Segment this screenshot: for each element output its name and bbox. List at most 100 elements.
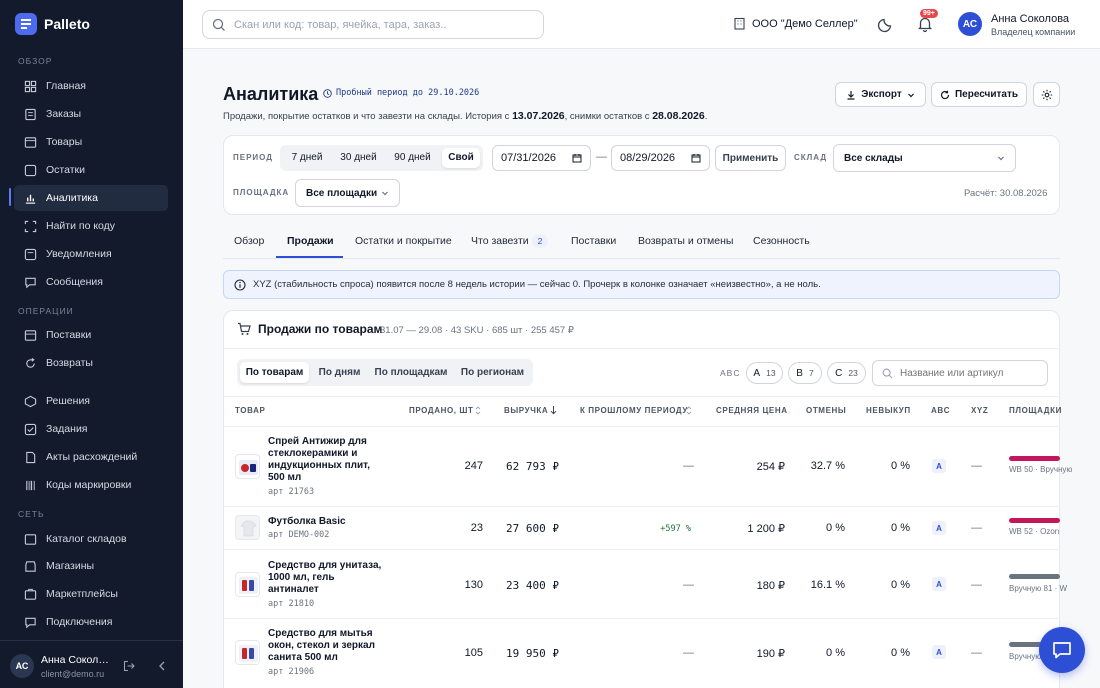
col-cancels[interactable]: ОТМЕНЫ bbox=[806, 406, 846, 415]
sidebar-item-stores[interactable]: Магазины bbox=[14, 553, 168, 579]
sidebar-item-notifications[interactable]: Уведомления bbox=[14, 241, 168, 267]
orders-icon bbox=[25, 108, 36, 120]
col-abc[interactable]: ABC bbox=[931, 406, 950, 415]
sidebar-item-analytics[interactable]: Аналитика bbox=[14, 185, 168, 211]
sidebar-item-orders[interactable]: Заказы bbox=[14, 101, 168, 127]
sort-icon[interactable] bbox=[475, 406, 481, 415]
collapse-icon[interactable] bbox=[157, 660, 167, 672]
view-by-regions[interactable]: По регионам bbox=[455, 359, 530, 386]
date-from-input[interactable]: 07/31/2026 bbox=[492, 145, 591, 171]
sidebar-item-marketplaces[interactable]: Маркетплейсы bbox=[14, 581, 168, 607]
calendar-icon[interactable] bbox=[691, 153, 701, 163]
clock-icon bbox=[323, 88, 332, 98]
view-by-products[interactable]: По товарам bbox=[240, 362, 309, 383]
calc-date: Расчёт: 30.08.2026 bbox=[964, 188, 1048, 199]
period-option-7[interactable]: 7 дней bbox=[283, 145, 331, 171]
nobuy: 0 % bbox=[891, 522, 910, 534]
period-option-90[interactable]: 90 дней bbox=[386, 145, 439, 171]
org-switcher[interactable]: ООО "Демо Селлер" bbox=[733, 17, 858, 30]
sort-icon[interactable] bbox=[686, 406, 692, 415]
sidebar-item-home[interactable]: Главная bbox=[14, 73, 168, 99]
market-icon bbox=[24, 588, 37, 600]
col-product[interactable]: ТОВАР bbox=[235, 406, 265, 415]
global-search[interactable] bbox=[202, 10, 544, 39]
warehouse-select[interactable]: Все склады bbox=[833, 144, 1016, 172]
building-icon bbox=[734, 17, 745, 30]
message-icon bbox=[25, 277, 36, 288]
sidebar-item-label: Заказы bbox=[46, 108, 82, 120]
sidebar-item-decisions[interactable]: Решения bbox=[14, 388, 168, 414]
col-sold[interactable]: ПРОДАНО, ШТ bbox=[409, 406, 474, 415]
abc-count: 23 bbox=[848, 368, 858, 378]
product-name[interactable]: Спрей Антижир для стеклокерамики и индук… bbox=[268, 436, 383, 484]
product-name[interactable]: Средство для мытья окон, стекол и зеркал… bbox=[268, 628, 383, 664]
recalculate-button[interactable]: Пересчитать bbox=[931, 82, 1027, 107]
barcode-icon bbox=[26, 480, 35, 490]
col-platforms[interactable]: ПЛОЩАДКИ bbox=[1009, 406, 1062, 415]
sidebar-item-supplies[interactable]: Поставки bbox=[14, 322, 168, 348]
product-article: арт 21906 bbox=[268, 667, 315, 677]
tab-what-to-bring[interactable]: Что завезти bbox=[471, 235, 529, 247]
apply-button[interactable]: Применить bbox=[715, 145, 786, 171]
nobuy: 0 % bbox=[891, 579, 910, 591]
avatar[interactable]: АС bbox=[10, 654, 34, 678]
user-avatar[interactable]: АС bbox=[958, 12, 982, 36]
chat-button[interactable] bbox=[1039, 627, 1085, 673]
sidebar-item-returns[interactable]: Возвраты bbox=[14, 350, 168, 376]
sort-desc-icon[interactable] bbox=[550, 405, 557, 415]
warehouse-label: СКЛАД bbox=[794, 153, 828, 162]
product-search[interactable] bbox=[872, 360, 1048, 386]
calendar-icon[interactable] bbox=[572, 153, 582, 163]
col-vs-prev[interactable]: К ПРОШЛОМУ ПЕРИОДУ bbox=[580, 406, 688, 415]
view-by-platforms[interactable]: По площадкам bbox=[370, 359, 452, 386]
logout-icon[interactable] bbox=[123, 660, 135, 672]
product-name[interactable]: Футболка Basic bbox=[268, 516, 383, 528]
sidebar-item-warehouse-catalog[interactable]: Каталог складов bbox=[14, 526, 168, 552]
platform-select[interactable]: Все площадки bbox=[295, 179, 400, 207]
revenue: 62 793 ₽ bbox=[506, 460, 559, 473]
col-avg-price[interactable]: СРЕДНЯЯ ЦЕНА bbox=[716, 406, 788, 415]
logo-icon bbox=[15, 13, 37, 35]
sidebar-item-marking-codes[interactable]: Коды маркировки bbox=[14, 472, 168, 498]
sold-qty: 23 bbox=[470, 522, 483, 534]
platforms-text: Вручную 81 · W bbox=[1009, 584, 1068, 593]
sidebar-item-find-by-code[interactable]: Найти по коду bbox=[14, 213, 168, 239]
abc-filter-b[interactable]: B7 bbox=[788, 362, 822, 384]
product-name[interactable]: Средство для унитаза, 1000 мл, гель анти… bbox=[268, 560, 383, 596]
tab-supplies[interactable]: Поставки bbox=[571, 235, 616, 247]
period-selector: 7 дней 30 дней 90 дней Свой bbox=[280, 145, 483, 171]
sidebar-item-connections[interactable]: Подключения bbox=[14, 609, 168, 635]
date-to-input[interactable]: 08/29/2026 bbox=[611, 145, 710, 171]
app-logo[interactable]: Palleto bbox=[15, 13, 90, 35]
sidebar-item-products[interactable]: Товары bbox=[14, 129, 168, 155]
theme-toggle-icon[interactable] bbox=[877, 15, 895, 33]
tab-overview[interactable]: Обзор bbox=[234, 235, 264, 247]
abc-filter-c[interactable]: C 23 bbox=[827, 362, 866, 384]
tab-sales[interactable]: Продажи bbox=[287, 235, 334, 247]
sidebar-item-tasks[interactable]: Задания bbox=[14, 416, 168, 442]
col-revenue[interactable]: ВЫРУЧКА bbox=[504, 406, 548, 415]
view-by-days[interactable]: По дням bbox=[311, 359, 368, 386]
abc-filter-a[interactable]: A 13 bbox=[746, 362, 783, 384]
section-operations: ОПЕРАЦИИ bbox=[18, 306, 74, 316]
product-search-input[interactable] bbox=[900, 367, 1040, 379]
sidebar-item-stock[interactable]: Остатки bbox=[14, 157, 168, 183]
tab-badge: 2 bbox=[532, 234, 548, 248]
period-option-custom[interactable]: Свой bbox=[442, 148, 480, 168]
link-icon bbox=[25, 617, 36, 628]
export-button[interactable]: Экспорт bbox=[835, 82, 926, 107]
tab-seasonality[interactable]: Сезонность bbox=[753, 235, 810, 247]
settings-button[interactable] bbox=[1033, 82, 1060, 107]
sidebar-item-label: Главная bbox=[46, 80, 86, 92]
period-option-30[interactable]: 30 дней bbox=[331, 145, 386, 171]
sidebar-item-discrepancy-acts[interactable]: Акты расхождений bbox=[14, 444, 168, 470]
return-icon bbox=[26, 357, 35, 368]
sidebar-item-messages[interactable]: Сообщения bbox=[14, 269, 168, 295]
tab-stock-coverage[interactable]: Остатки и покрытие bbox=[355, 235, 452, 247]
col-xyz[interactable]: XYZ bbox=[971, 406, 988, 415]
tab-returns[interactable]: Возвраты и отмены bbox=[638, 235, 733, 247]
search-input[interactable] bbox=[234, 18, 534, 31]
avg-price: 1 200 ₽ bbox=[747, 523, 785, 535]
store-icon bbox=[25, 560, 36, 572]
col-nobuy[interactable]: НЕВЫКУП bbox=[866, 406, 911, 415]
